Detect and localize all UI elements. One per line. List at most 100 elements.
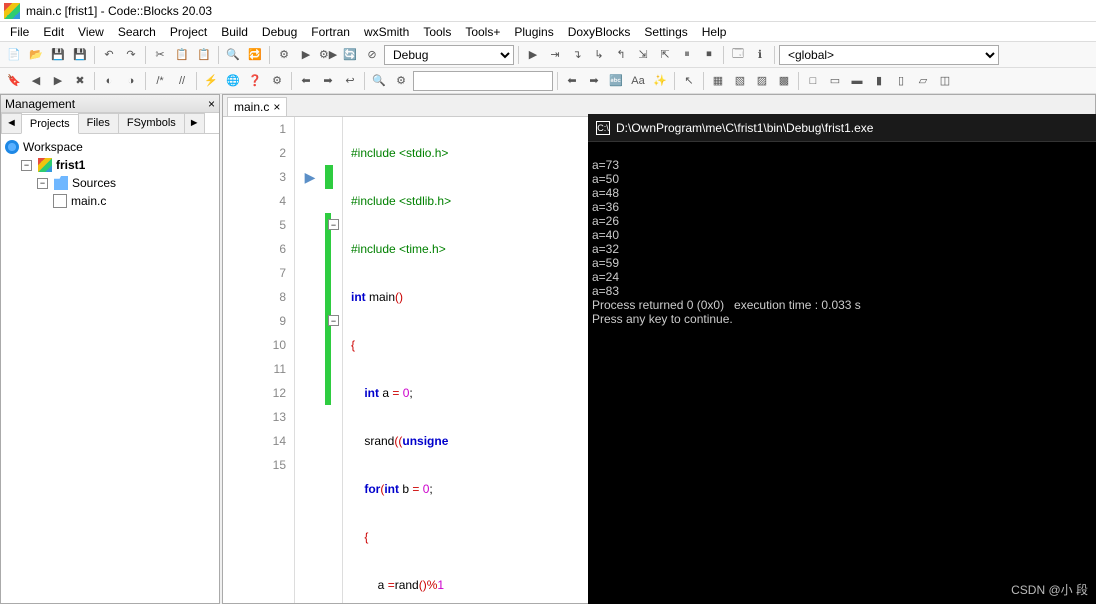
copy-icon[interactable]: 📋 [172, 45, 192, 65]
run-icon[interactable]: ▶ [296, 45, 316, 65]
tab-nav-right-icon[interactable]: ► [184, 113, 205, 133]
break-icon[interactable]: ⏸ [677, 45, 697, 65]
search-input[interactable] [413, 71, 553, 91]
paste-icon[interactable]: 📋 [194, 45, 214, 65]
menu-tools[interactable]: Tools [417, 23, 457, 41]
fold-toggle-icon[interactable]: − [328, 219, 339, 230]
menu-plugins[interactable]: Plugins [508, 23, 559, 41]
doxy-config-icon[interactable]: ⚙ [267, 71, 287, 91]
stop-debug-icon[interactable]: ⏹ [699, 45, 719, 65]
separator [723, 46, 724, 64]
wx-tool2-icon[interactable]: ▧ [730, 71, 750, 91]
nav-last-icon[interactable]: ↩ [340, 71, 360, 91]
open-file-icon[interactable]: 📂 [26, 45, 46, 65]
doxy-html-icon[interactable]: 🌐 [223, 71, 243, 91]
wx-tool1-icon[interactable]: ▦ [708, 71, 728, 91]
wx-tool4-icon[interactable]: ▩ [774, 71, 794, 91]
wx-tool10-icon[interactable]: ▱ [913, 71, 933, 91]
tab-nav-left-icon[interactable]: ◄ [1, 113, 22, 133]
tree-workspace[interactable]: Workspace [5, 138, 215, 156]
menu-wxsmith[interactable]: wxSmith [358, 23, 415, 41]
line-comment-icon[interactable]: // [172, 71, 192, 91]
marker-margin: ▶ [295, 117, 325, 603]
bookmark-prev-icon[interactable]: ◀ [26, 71, 46, 91]
wx-tool8-icon[interactable]: ▮ [869, 71, 889, 91]
console-titlebar[interactable]: C:\ D:\OwnProgram\me\C\frist1\bin\Debug\… [588, 114, 1096, 142]
fold-toggle-icon[interactable]: − [328, 315, 339, 326]
inc-highlight-icon[interactable]: ✨ [650, 71, 670, 91]
inc-case-icon[interactable]: 🔤 [606, 71, 626, 91]
save-icon[interactable]: 💾 [48, 45, 68, 65]
menu-toolsplus[interactable]: Tools+ [459, 23, 506, 41]
wx-tool3-icon[interactable]: ▨ [752, 71, 772, 91]
menu-doxyblocks[interactable]: DoxyBlocks [562, 23, 637, 41]
new-file-icon[interactable]: 📄 [4, 45, 24, 65]
doxy-chm-icon[interactable]: ❓ [245, 71, 265, 91]
nav-fwd-icon[interactable]: ➡ [318, 71, 338, 91]
collapse-icon[interactable]: − [37, 178, 48, 189]
menu-view[interactable]: View [72, 23, 110, 41]
change-marker [325, 165, 333, 189]
bookmark-next-icon[interactable]: ▶ [48, 71, 68, 91]
doxy-run-icon[interactable]: ⚡ [201, 71, 221, 91]
next-instr-icon[interactable]: ⇲ [633, 45, 653, 65]
wx-tool9-icon[interactable]: ▯ [891, 71, 911, 91]
find-icon[interactable]: 🔍 [223, 45, 243, 65]
rebuild-icon[interactable]: 🔄 [340, 45, 360, 65]
menu-settings[interactable]: Settings [638, 23, 693, 41]
thread-search-icon[interactable]: 🔍 [369, 71, 389, 91]
menu-search[interactable]: Search [112, 23, 162, 41]
menu-build[interactable]: Build [215, 23, 254, 41]
tab-fsymbols[interactable]: FSymbols [118, 113, 185, 133]
bookmark-clear-icon[interactable]: ✖ [70, 71, 90, 91]
step-out-icon[interactable]: ↰ [611, 45, 631, 65]
separator [674, 72, 675, 90]
step-into-icon[interactable]: ↳ [589, 45, 609, 65]
doxy1-icon[interactable]: ◐ [99, 71, 119, 91]
menu-project[interactable]: Project [164, 23, 213, 41]
menu-debug[interactable]: Debug [256, 23, 303, 41]
tree-file-main-c[interactable]: main.c [5, 192, 215, 210]
management-close-icon[interactable]: × [208, 97, 215, 111]
wx-tool11-icon[interactable]: ◫ [935, 71, 955, 91]
replace-icon[interactable]: 🔁 [245, 45, 265, 65]
stop-icon[interactable]: ⊘ [362, 45, 382, 65]
collapse-icon[interactable]: − [21, 160, 32, 171]
scope-select[interactable]: <global> [779, 45, 999, 65]
wx-tool6-icon[interactable]: ▭ [825, 71, 845, 91]
menu-help[interactable]: Help [696, 23, 733, 41]
select-icon[interactable]: ↖ [679, 71, 699, 91]
debug-windows-icon[interactable]: 🗔 [728, 45, 748, 65]
menu-file[interactable]: File [4, 23, 35, 41]
menu-edit[interactable]: Edit [37, 23, 70, 41]
thread-opts-icon[interactable]: ⚙ [391, 71, 411, 91]
nav-back-icon[interactable]: ⬅ [296, 71, 316, 91]
tree-project[interactable]: −frist1 [5, 156, 215, 174]
build-target-select[interactable]: Debug [384, 45, 514, 65]
block-comment-icon[interactable]: /* [150, 71, 170, 91]
undo-icon[interactable]: ↶ [99, 45, 119, 65]
redo-icon[interactable]: ↷ [121, 45, 141, 65]
tree-folder-sources[interactable]: −Sources [5, 174, 215, 192]
build-icon[interactable]: ⚙ [274, 45, 294, 65]
save-all-icon[interactable]: 💾 [70, 45, 90, 65]
inc-fwd-icon[interactable]: ➡ [584, 71, 604, 91]
wx-tool5-icon[interactable]: □ [803, 71, 823, 91]
build-run-icon[interactable]: ⚙▶ [318, 45, 338, 65]
next-line-icon[interactable]: ↴ [567, 45, 587, 65]
cut-icon[interactable]: ✂ [150, 45, 170, 65]
wx-tool7-icon[interactable]: ▬ [847, 71, 867, 91]
inc-back-icon[interactable]: ⬅ [562, 71, 582, 91]
doxy2-icon[interactable]: ◑ [121, 71, 141, 91]
tab-close-icon[interactable]: × [273, 100, 280, 114]
editor-tab-main-c[interactable]: main.c × [227, 97, 287, 116]
info-icon[interactable]: ℹ [750, 45, 770, 65]
debug-run-icon[interactable]: ▶ [523, 45, 543, 65]
tab-files[interactable]: Files [78, 113, 119, 133]
inc-regex-icon[interactable]: Aa [628, 71, 648, 91]
menu-fortran[interactable]: Fortran [305, 23, 356, 41]
tab-projects[interactable]: Projects [21, 114, 79, 134]
step-instr-icon[interactable]: ⇱ [655, 45, 675, 65]
run-to-cursor-icon[interactable]: ⇥ [545, 45, 565, 65]
bookmark-toggle-icon[interactable]: 🔖 [4, 71, 24, 91]
